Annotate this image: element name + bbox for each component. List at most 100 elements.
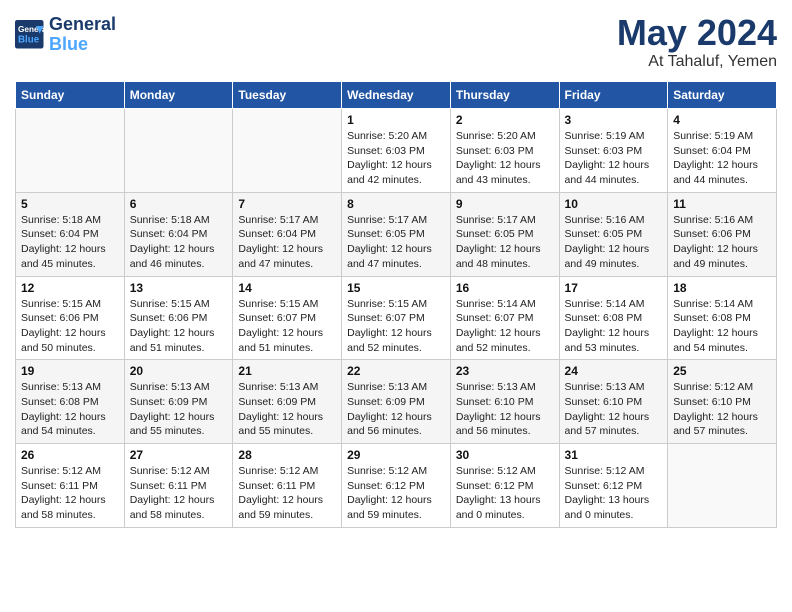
day-number: 31 [565,448,663,462]
calendar-week-row: 26 Sunrise: 5:12 AMSunset: 6:11 PMDayligh… [16,444,777,528]
day-number: 10 [565,197,663,211]
calendar-cell: 5 Sunrise: 5:18 AMSunset: 6:04 PMDaylight… [16,192,125,276]
calendar-cell: 23 Sunrise: 5:13 AMSunset: 6:10 PMDayligh… [450,360,559,444]
day-info: Sunrise: 5:20 AMSunset: 6:03 PMDaylight:… [456,129,554,188]
calendar-cell: 15Sunrise: 5:15 AMSunset: 6:07 PMDayligh… [342,276,451,360]
day-info: Sunrise: 5:15 AMSunset: 6:06 PMDaylight:… [21,297,119,356]
day-info: Sunrise: 5:13 AMSunset: 6:10 PMDaylight:… [456,380,554,439]
calendar-cell: 2 Sunrise: 5:20 AMSunset: 6:03 PMDaylight… [450,109,559,193]
calendar-week-row: 19Sunrise: 5:13 AMSunset: 6:08 PMDayligh… [16,360,777,444]
day-info: Sunrise: 5:16 AMSunset: 6:05 PMDaylight:… [565,213,663,272]
day-info: Sunrise: 5:15 AMSunset: 6:07 PMDaylight:… [238,297,336,356]
day-number: 23 [456,364,554,378]
calendar-cell: 22Sunrise: 5:13 AMSunset: 6:09 PMDayligh… [342,360,451,444]
day-number: 21 [238,364,336,378]
logo-icon: General Blue [15,20,45,50]
day-info: Sunrise: 5:13 AMSunset: 6:09 PMDaylight:… [347,380,445,439]
day-info: Sunrise: 5:12 AMSunset: 6:11 PMDaylight:… [238,464,336,523]
location-title: At Tahaluf, Yemen [617,53,777,71]
month-title: May 2024 [617,15,777,51]
day-info: Sunrise: 5:12 AMSunset: 6:12 PMDaylight:… [456,464,554,523]
calendar-cell: 14 Sunrise: 5:15 AMSunset: 6:07 PMDayligh… [233,276,342,360]
day-info: Sunrise: 5:14 AMSunset: 6:07 PMDaylight:… [456,297,554,356]
calendar-cell [124,109,233,193]
day-info: Sunrise: 5:15 AMSunset: 6:06 PMDaylight:… [130,297,228,356]
day-number: 26 [21,448,119,462]
calendar-cell: 6 Sunrise: 5:18 AMSunset: 6:04 PMDaylight… [124,192,233,276]
calendar-cell: 8 Sunrise: 5:17 AMSunset: 6:05 PMDaylight… [342,192,451,276]
day-number: 14 [238,281,336,295]
calendar-cell: 9 Sunrise: 5:17 AMSunset: 6:05 PMDaylight… [450,192,559,276]
calendar-week-row: 1 Sunrise: 5:20 AMSunset: 6:03 PMDaylight… [16,109,777,193]
day-number: 28 [238,448,336,462]
day-info: Sunrise: 5:12 AMSunset: 6:12 PMDaylight:… [565,464,663,523]
day-info: Sunrise: 5:13 AMSunset: 6:10 PMDaylight:… [565,380,663,439]
day-info: Sunrise: 5:14 AMSunset: 6:08 PMDaylight:… [565,297,663,356]
day-header-sunday: Sunday [16,82,125,109]
day-header-tuesday: Tuesday [233,82,342,109]
calendar-cell: 24 Sunrise: 5:13 AMSunset: 6:10 PMDayligh… [559,360,668,444]
calendar-cell: 20Sunrise: 5:13 AMSunset: 6:09 PMDayligh… [124,360,233,444]
calendar-cell: 10 Sunrise: 5:16 AMSunset: 6:05 PMDayligh… [559,192,668,276]
day-info: Sunrise: 5:18 AMSunset: 6:04 PMDaylight:… [130,213,228,272]
day-info: Sunrise: 5:19 AMSunset: 6:03 PMDaylight:… [565,129,663,188]
calendar-cell: 4Sunrise: 5:19 AMSunset: 6:04 PMDaylight… [668,109,777,193]
calendar-cell: 25Sunrise: 5:12 AMSunset: 6:10 PMDayligh… [668,360,777,444]
day-info: Sunrise: 5:17 AMSunset: 6:04 PMDaylight:… [238,213,336,272]
calendar-cell: 1 Sunrise: 5:20 AMSunset: 6:03 PMDaylight… [342,109,451,193]
day-info: Sunrise: 5:20 AMSunset: 6:03 PMDaylight:… [347,129,445,188]
day-number: 20 [130,364,228,378]
day-number: 5 [21,197,119,211]
calendar-cell: 27 Sunrise: 5:12 AMSunset: 6:11 PMDayligh… [124,444,233,528]
day-info: Sunrise: 5:16 AMSunset: 6:06 PMDaylight:… [673,213,771,272]
title-area: May 2024 At Tahaluf, Yemen [617,15,777,71]
calendar-cell: 28 Sunrise: 5:12 AMSunset: 6:11 PMDayligh… [233,444,342,528]
calendar-cell: 16Sunrise: 5:14 AMSunset: 6:07 PMDayligh… [450,276,559,360]
day-number: 30 [456,448,554,462]
calendar-cell: 17 Sunrise: 5:14 AMSunset: 6:08 PMDayligh… [559,276,668,360]
day-info: Sunrise: 5:14 AMSunset: 6:08 PMDaylight:… [673,297,771,356]
calendar-cell [233,109,342,193]
day-number: 8 [347,197,445,211]
day-number: 17 [565,281,663,295]
svg-text:Blue: Blue [18,34,40,45]
day-number: 12 [21,281,119,295]
calendar-header-row: SundayMondayTuesdayWednesdayThursdayFrid… [16,82,777,109]
day-header-wednesday: Wednesday [342,82,451,109]
calendar-cell: 21 Sunrise: 5:13 AMSunset: 6:09 PMDayligh… [233,360,342,444]
calendar-cell: 30 Sunrise: 5:12 AMSunset: 6:12 PMDayligh… [450,444,559,528]
calendar-week-row: 5 Sunrise: 5:18 AMSunset: 6:04 PMDaylight… [16,192,777,276]
day-number: 6 [130,197,228,211]
calendar-cell [668,444,777,528]
logo-text: General Blue [49,15,116,55]
day-number: 2 [456,113,554,127]
day-info: Sunrise: 5:12 AMSunset: 6:10 PMDaylight:… [673,380,771,439]
calendar-cell: 7 Sunrise: 5:17 AMSunset: 6:04 PMDaylight… [233,192,342,276]
day-info: Sunrise: 5:17 AMSunset: 6:05 PMDaylight:… [347,213,445,272]
day-number: 1 [347,113,445,127]
day-number: 4 [673,113,771,127]
calendar-cell: 3Sunrise: 5:19 AMSunset: 6:03 PMDaylight… [559,109,668,193]
day-info: Sunrise: 5:13 AMSunset: 6:09 PMDaylight:… [238,380,336,439]
logo: General Blue General Blue [15,15,116,55]
calendar-table: SundayMondayTuesdayWednesdayThursdayFrid… [15,81,777,528]
calendar-cell: 31 Sunrise: 5:12 AMSunset: 6:12 PMDayligh… [559,444,668,528]
calendar-cell: 13Sunrise: 5:15 AMSunset: 6:06 PMDayligh… [124,276,233,360]
day-number: 24 [565,364,663,378]
day-header-thursday: Thursday [450,82,559,109]
calendar-cell: 26 Sunrise: 5:12 AMSunset: 6:11 PMDayligh… [16,444,125,528]
day-header-friday: Friday [559,82,668,109]
calendar-week-row: 12 Sunrise: 5:15 AMSunset: 6:06 PMDayligh… [16,276,777,360]
header: General Blue General Blue May 2024 At Ta… [15,15,777,71]
day-info: Sunrise: 5:12 AMSunset: 6:11 PMDaylight:… [21,464,119,523]
day-info: Sunrise: 5:18 AMSunset: 6:04 PMDaylight:… [21,213,119,272]
day-number: 11 [673,197,771,211]
calendar-cell [16,109,125,193]
day-number: 7 [238,197,336,211]
day-number: 9 [456,197,554,211]
day-number: 27 [130,448,228,462]
day-info: Sunrise: 5:17 AMSunset: 6:05 PMDaylight:… [456,213,554,272]
day-header-saturday: Saturday [668,82,777,109]
day-info: Sunrise: 5:13 AMSunset: 6:08 PMDaylight:… [21,380,119,439]
day-info: Sunrise: 5:12 AMSunset: 6:11 PMDaylight:… [130,464,228,523]
